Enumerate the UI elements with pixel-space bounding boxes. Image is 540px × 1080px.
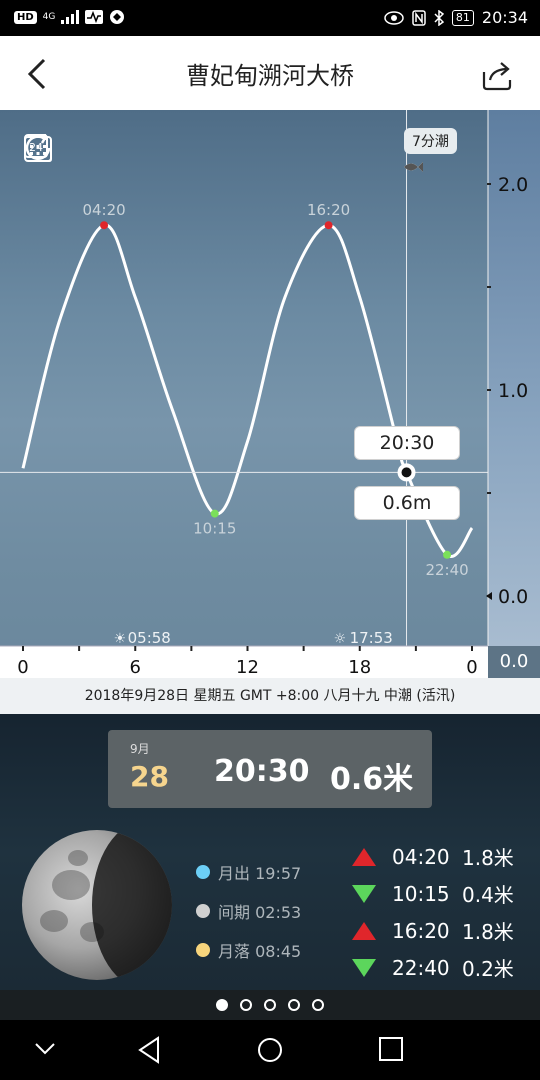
tide-time: 04:20 xyxy=(392,844,450,869)
x-tick-label: 12 xyxy=(236,657,259,678)
moonset-text: 月落 08:45 xyxy=(218,941,302,961)
low-tide-point xyxy=(210,509,219,518)
interval-dot xyxy=(196,903,210,918)
page-dot[interactable] xyxy=(216,999,228,1011)
status-bar: HD 4G 81 20:34 xyxy=(0,0,540,36)
calendar-icon[interactable] xyxy=(22,132,54,164)
nav-back-icon[interactable] xyxy=(138,1036,162,1064)
moonset-dot xyxy=(196,942,210,957)
moon-phase-image xyxy=(22,830,172,980)
tide-extremes-list: 04:20 1.8米 10:15 0.4米 16:20 1.8米 22:40 0… xyxy=(352,838,514,986)
sunrise-icon: ☀ xyxy=(114,631,127,647)
tide-height: 1.8米 xyxy=(462,920,514,944)
page-title: 曹妃甸溯河大桥 xyxy=(186,62,354,90)
cursor-marker-center xyxy=(401,467,412,478)
sunrise-label: 05:58 xyxy=(128,629,171,647)
x-tick-label: 18 xyxy=(348,657,371,678)
tide-time: 16:20 xyxy=(392,918,450,943)
page-dot[interactable] xyxy=(288,999,300,1011)
y-tick-label: 1.0 xyxy=(498,380,528,402)
y-tick-label: 2.0 xyxy=(498,174,528,196)
tide-row: 04:20 1.8米 xyxy=(352,838,514,875)
sunset-label: 17:53 xyxy=(350,629,393,647)
status-time: 20:34 xyxy=(481,8,528,27)
moon-times-list: 月出 19:57 间期 02:53 月落 08:45 xyxy=(196,852,301,969)
activity-icon xyxy=(85,10,104,24)
app-notification-icon xyxy=(110,10,125,24)
status-left: HD 4G xyxy=(14,9,125,25)
y-tick-label: 0.0 xyxy=(498,586,528,608)
cursor-height-label: 0.6m xyxy=(354,486,460,520)
interval-text: 间期 02:53 xyxy=(218,902,302,922)
nfc-icon xyxy=(412,9,426,26)
zero-arrow-icon xyxy=(486,592,492,600)
page-dot[interactable] xyxy=(264,999,276,1011)
x-tick-label: 0 xyxy=(17,657,28,678)
network-4g-badge: 4G xyxy=(42,12,56,22)
nav-collapse-icon[interactable] xyxy=(34,1042,56,1056)
tide-height: 0.2米 xyxy=(462,957,514,981)
signal-icon xyxy=(61,10,80,24)
moonrise-item: 月出 19:57 xyxy=(196,852,301,891)
tide-type-badge: 7分潮 xyxy=(404,128,457,154)
tide-row: 10:15 0.4米 xyxy=(352,875,514,912)
date-info-bar: 2018年9月28日 星期五 GMT +8:00 八月十九 中潮 (活汛) xyxy=(0,678,540,714)
x-tick-label: 0 xyxy=(466,657,477,678)
low-tide-icon xyxy=(352,884,376,903)
reading-time: 20:30 xyxy=(214,754,310,789)
detail-panel: 9月 28 20:30 0.6米 月出 19:57 间期 02:53 月落 08… xyxy=(0,714,540,990)
low-tide-point xyxy=(443,550,452,559)
bluetooth-icon xyxy=(434,9,444,26)
reading-day: 28 xyxy=(130,760,169,793)
share-icon[interactable] xyxy=(480,58,514,92)
high-tide-point xyxy=(324,221,333,230)
x-tick-label: 6 xyxy=(130,657,141,678)
tide-chart[interactable]: 04:20 10:15 16:20 22:40 2.0 1.0 0.0 0 6 12 18 0 ☀ 05:… xyxy=(0,110,540,678)
extreme-time-label: 04:20 xyxy=(82,201,125,219)
page-indicator xyxy=(0,990,540,1020)
status-right: 81 20:34 xyxy=(384,8,528,27)
tide-time: 22:40 xyxy=(392,955,450,980)
tide-height: 1.8米 xyxy=(462,846,514,870)
eye-icon xyxy=(384,10,404,25)
sunset-icon: ☼ xyxy=(334,631,347,647)
moonset-item: 月落 08:45 xyxy=(196,930,301,969)
current-reading-box: 9月 28 20:30 0.6米 xyxy=(108,730,432,808)
tide-time: 10:15 xyxy=(392,881,450,906)
extreme-time-label: 16:20 xyxy=(307,201,350,219)
tide-row: 16:20 1.8米 xyxy=(352,912,514,949)
high-tide-icon xyxy=(352,847,376,866)
reading-height: 0.6米 xyxy=(330,762,414,797)
cursor-time-label: 20:30 xyxy=(354,426,460,460)
nav-home-icon[interactable] xyxy=(256,1036,284,1064)
reading-month: 9月 xyxy=(130,742,150,756)
app-header: 曹妃甸溯河大桥 xyxy=(0,36,540,110)
tide-row: 22:40 0.2米 xyxy=(352,949,514,986)
axis-zero-box: 0.0 xyxy=(488,646,540,678)
page-dot[interactable] xyxy=(312,999,324,1011)
tide-height: 0.4米 xyxy=(462,883,514,907)
moonrise-dot xyxy=(196,864,210,879)
moonrise-text: 月出 19:57 xyxy=(218,863,302,883)
low-tide-icon xyxy=(352,958,376,977)
extreme-time-label: 10:15 xyxy=(193,520,236,538)
high-tide-point xyxy=(100,221,109,230)
page-dot[interactable] xyxy=(240,999,252,1011)
system-nav-bar xyxy=(0,1020,540,1080)
high-tide-icon xyxy=(352,921,376,940)
extreme-time-label: 22:40 xyxy=(425,561,468,579)
tide-chart-svg[interactable]: 04:20 10:15 16:20 22:40 2.0 1.0 0.0 0 6 12 18 0 ☀ 05:… xyxy=(0,110,540,678)
fish-icon xyxy=(404,162,423,172)
hd-badge: HD xyxy=(14,10,37,24)
battery-indicator: 81 xyxy=(451,9,474,26)
interval-item: 间期 02:53 xyxy=(196,891,301,930)
nav-recents-icon[interactable] xyxy=(378,1036,404,1062)
